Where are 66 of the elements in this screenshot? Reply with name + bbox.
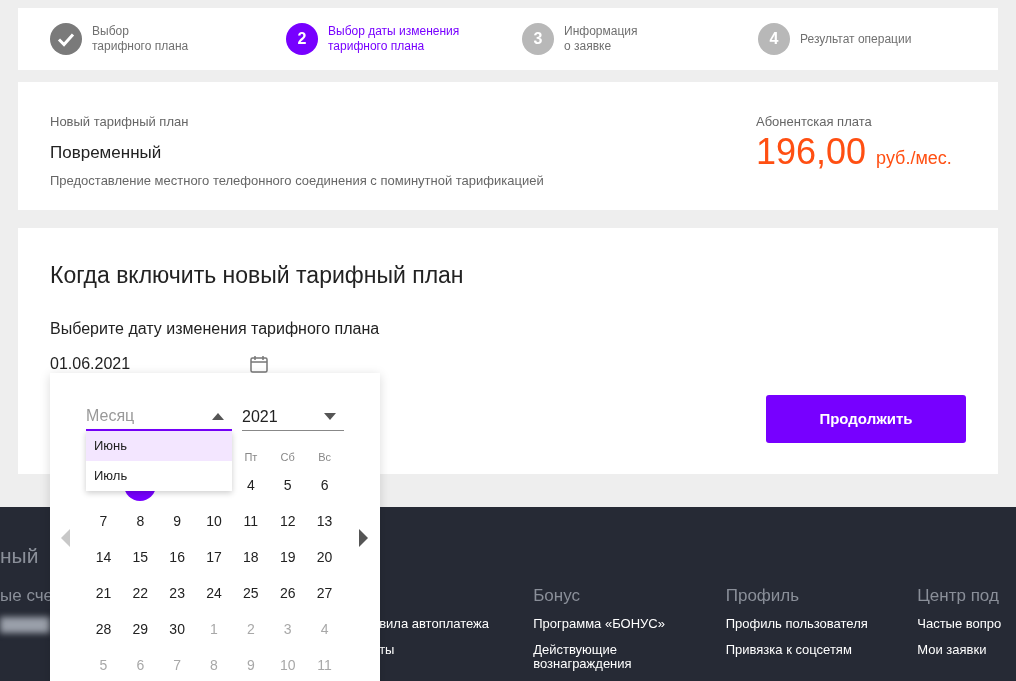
date-label: Выберите дату изменения тарифного плана bbox=[50, 318, 381, 339]
calendar-icon[interactable] bbox=[249, 353, 269, 374]
calendar-day[interactable]: 9 bbox=[173, 510, 182, 532]
calendar-day[interactable]: 22 bbox=[132, 582, 149, 604]
calendar-day[interactable]: 6 bbox=[320, 474, 329, 496]
caret-up-icon bbox=[212, 412, 224, 420]
calendar-day[interactable]: 8 bbox=[136, 510, 145, 532]
calendar-day[interactable]: 24 bbox=[206, 582, 222, 604]
fee-label: Абонентская плата bbox=[756, 113, 873, 131]
footer-link[interactable]: вила автоплатежа bbox=[379, 617, 490, 631]
calendar-day[interactable]: 11 bbox=[243, 510, 259, 532]
calendar-day[interactable]: 30 bbox=[169, 618, 185, 640]
calendar-day[interactable]: 7 bbox=[99, 510, 108, 532]
step-label: Результат операции bbox=[800, 31, 912, 47]
step-label: Информация о заявке bbox=[564, 24, 638, 54]
calendar-day[interactable]: 26 bbox=[279, 582, 296, 604]
footer-title: ный bbox=[0, 543, 39, 569]
calendar-day[interactable]: 4 bbox=[246, 474, 255, 496]
footer-link[interactable]: Профиль пользователя bbox=[725, 617, 868, 631]
calendar-day[interactable]: 29 bbox=[132, 618, 149, 640]
year-select[interactable]: 2021 bbox=[242, 403, 344, 431]
footer-link[interactable]: Мои заявки bbox=[917, 643, 987, 657]
footer-link[interactable]: Привязка к соцсетям bbox=[725, 643, 852, 657]
calendar-day[interactable]: 12 bbox=[279, 510, 296, 532]
check-icon bbox=[50, 23, 82, 55]
month-option[interactable]: Июнь bbox=[86, 431, 232, 461]
caret-down-icon bbox=[324, 413, 336, 420]
footer-heading: Профиль bbox=[725, 585, 800, 607]
step-label: Выбор даты изменения тарифного плана bbox=[328, 24, 460, 54]
calendar-day[interactable]: 15 bbox=[132, 546, 149, 568]
weekday-label: Сб bbox=[280, 450, 295, 465]
calendar-day[interactable]: 27 bbox=[316, 582, 333, 604]
calendar-day[interactable]: 25 bbox=[243, 582, 259, 604]
calendar-day[interactable]: 18 bbox=[243, 546, 259, 568]
fee-amount: 196,00 bbox=[756, 131, 867, 172]
weekday-label: Пт bbox=[244, 450, 258, 465]
schedule-title: Когда включить новый тарифный план bbox=[50, 261, 465, 290]
month-option[interactable]: Июль bbox=[86, 461, 232, 491]
calendar-day[interactable]: 19 bbox=[279, 546, 296, 568]
footer-link[interactable]: Частые вопро bbox=[917, 617, 1002, 631]
calendar-day[interactable]: 14 bbox=[95, 546, 112, 568]
step-label: Выбор тарифного плана bbox=[92, 24, 189, 54]
continue-button[interactable]: Продолжить bbox=[766, 395, 966, 443]
calendar-day[interactable]: 17 bbox=[206, 546, 222, 568]
step-number: 4 bbox=[758, 23, 790, 55]
footer-link[interactable]: Действующие вознаграждения bbox=[533, 643, 632, 671]
tariff-caption: Новый тарифный план bbox=[50, 113, 190, 131]
calendar-day[interactable]: 5 bbox=[283, 474, 292, 496]
footer-link[interactable]: ты bbox=[379, 643, 395, 657]
calendar-day[interactable]: 16 bbox=[169, 546, 185, 568]
calendar-day[interactable]: 13 bbox=[316, 510, 333, 532]
fee-unit: руб./мес. bbox=[876, 146, 952, 170]
step-number: 3 bbox=[522, 23, 554, 55]
footer-link[interactable]: Программа «БОНУС» bbox=[533, 617, 665, 631]
footer-heading: Бонус bbox=[533, 585, 580, 607]
weekday-label: Вс bbox=[318, 450, 331, 465]
footer-heading: Центр под bbox=[917, 585, 999, 607]
calendar-day[interactable]: 21 bbox=[95, 582, 112, 604]
step-number: 2 bbox=[286, 23, 318, 55]
tariff-name: Повременный bbox=[50, 141, 163, 164]
calendar-day[interactable]: 23 bbox=[169, 582, 185, 604]
tariff-description: Предоставление местного телефонного соединения с поминутной тарификацией bbox=[50, 172, 544, 190]
next-month-icon[interactable] bbox=[359, 529, 368, 547]
calendar-day[interactable]: 10 bbox=[206, 510, 222, 532]
calendar-day[interactable]: 28 bbox=[95, 618, 112, 640]
calendar-day[interactable]: 20 bbox=[316, 546, 333, 568]
